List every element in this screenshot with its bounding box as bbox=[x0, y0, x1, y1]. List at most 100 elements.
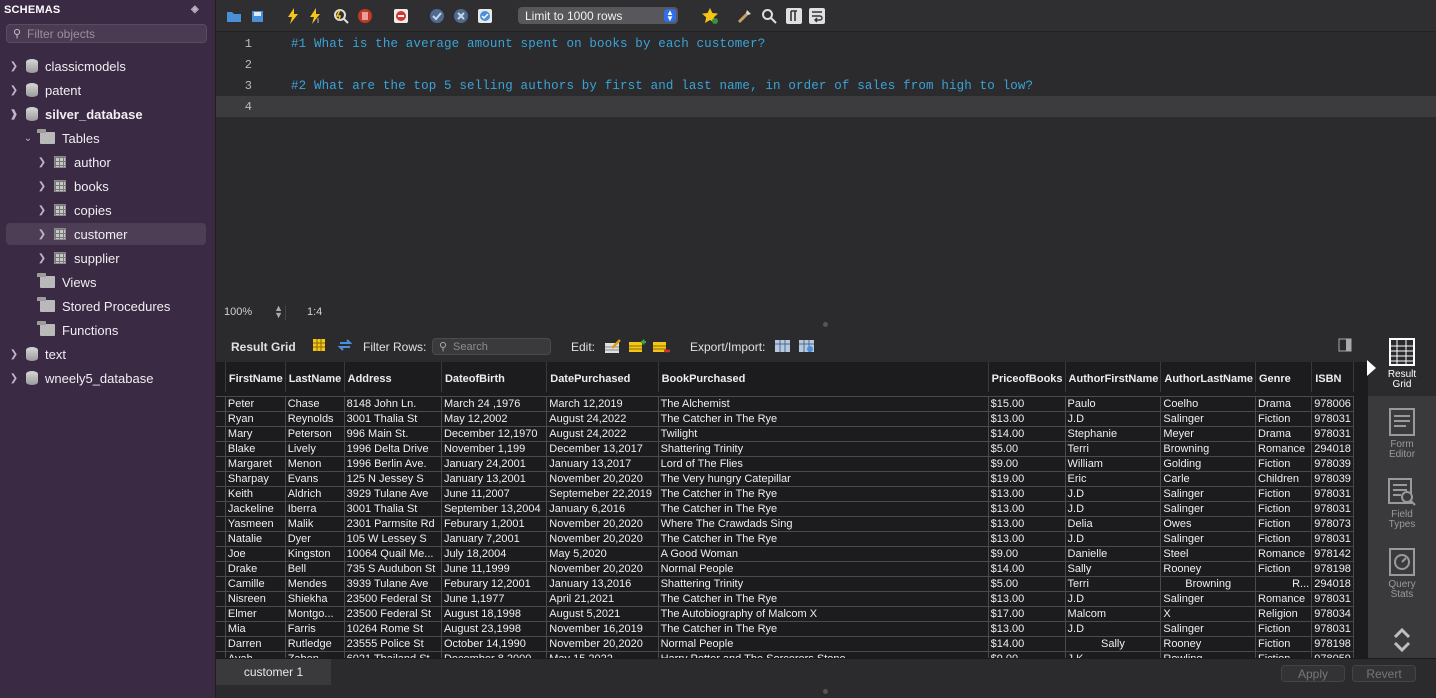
table-cell[interactable]: Romance bbox=[1254, 590, 1313, 607]
schema-text[interactable]: ❯ text bbox=[8, 343, 66, 365]
column-header[interactable]: PriceofBooks bbox=[988, 362, 1066, 392]
field-types-panel-button[interactable]: Field Types bbox=[1368, 470, 1436, 536]
table-cell[interactable]: Romance bbox=[1254, 440, 1313, 457]
column-header[interactable]: LastName bbox=[285, 362, 345, 392]
sql-editor[interactable]: 1 #1 What is the average amount spent on… bbox=[216, 32, 1436, 302]
table-cell[interactable]: Browning bbox=[1160, 440, 1256, 457]
table-cell[interactable]: The Catcher in The Rye bbox=[657, 485, 989, 502]
table-cell[interactable]: January 13,2016 bbox=[546, 575, 659, 592]
table-row[interactable]: Margaret Menon 1996 Berlin Ave. January 24,… bbox=[216, 455, 1354, 472]
tree-functions[interactable]: Functions bbox=[37, 319, 118, 341]
table-cell[interactable]: 978031 bbox=[1311, 485, 1354, 502]
table-cell[interactable] bbox=[216, 575, 226, 592]
table-cell[interactable]: Paulo bbox=[1064, 395, 1162, 412]
table-cell[interactable]: June 11,2007 bbox=[440, 485, 548, 502]
table-cell[interactable]: 978031 bbox=[1311, 410, 1354, 427]
table-cell[interactable]: $13.00 bbox=[987, 590, 1066, 607]
table-cell[interactable]: A Good Woman bbox=[657, 545, 989, 562]
table-cell[interactable]: The Autobiography of Malcom X bbox=[657, 605, 989, 622]
column-header[interactable]: BookPurchased bbox=[658, 362, 989, 392]
table-row[interactable]: Sharpay Evans 125 N Jessey S January 13,200… bbox=[216, 470, 1354, 487]
table-cell[interactable]: Chase bbox=[284, 395, 345, 412]
table-cell[interactable]: $14.00 bbox=[987, 635, 1066, 652]
table-cell[interactable]: $13.00 bbox=[987, 410, 1066, 427]
table-cell[interactable]: Fiction bbox=[1254, 515, 1313, 532]
table-cell[interactable]: 978034 bbox=[1311, 605, 1354, 622]
chevron-right-icon[interactable]: ❯ bbox=[36, 181, 48, 192]
table-cell[interactable]: 125 N Jessey S bbox=[343, 470, 442, 487]
table-cell[interactable]: The Catcher in The Rye bbox=[657, 620, 989, 637]
table-cell[interactable]: August 18,1998 bbox=[440, 605, 548, 622]
table-cell[interactable]: Salinger bbox=[1160, 485, 1256, 502]
table-cell[interactable]: Keith bbox=[224, 485, 286, 502]
table-cell[interactable]: $19.00 bbox=[987, 470, 1066, 487]
table-cell[interactable]: Camille bbox=[224, 575, 286, 592]
table-cell[interactable]: Farris bbox=[284, 620, 345, 637]
table-cell[interactable]: J.D bbox=[1064, 410, 1162, 427]
table-cell[interactable]: Joe bbox=[224, 545, 286, 562]
table-cell[interactable]: The Catcher in The Rye bbox=[657, 410, 989, 427]
table-cell[interactable] bbox=[216, 590, 226, 607]
chevron-right-icon[interactable]: ❯ bbox=[8, 373, 20, 384]
table-cell[interactable]: 996 Main St. bbox=[343, 425, 442, 442]
table-cell[interactable]: $13.00 bbox=[987, 500, 1066, 517]
table-cell[interactable]: Bell bbox=[284, 560, 345, 577]
limit-rows-select[interactable]: Limit to 1000 rows ▲ ▼ bbox=[518, 7, 678, 24]
table-cell[interactable]: 1996 Delta Drive bbox=[343, 440, 442, 457]
table-cell[interactable] bbox=[216, 410, 226, 427]
table-cell[interactable]: Fiction bbox=[1254, 620, 1313, 637]
table-cell[interactable]: The Very hungry Catepillar bbox=[657, 470, 989, 487]
column-header[interactable]: DateofBirth bbox=[441, 362, 548, 392]
table-cell[interactable]: 8148 John Ln. bbox=[343, 395, 442, 412]
table-cell[interactable] bbox=[216, 485, 226, 502]
export-icon[interactable] bbox=[774, 338, 790, 354]
table-cell[interactable]: 978039 bbox=[1311, 470, 1354, 487]
table-cell[interactable]: $13.00 bbox=[987, 620, 1066, 637]
table-cell[interactable]: $5.00 bbox=[987, 575, 1066, 592]
schema-wneely5-database[interactable]: ❯ wneely5_database bbox=[8, 367, 154, 389]
table-author[interactable]: ❯ author bbox=[36, 151, 111, 173]
table-cell[interactable] bbox=[216, 470, 226, 487]
add-row-icon[interactable] bbox=[628, 338, 646, 354]
table-cell[interactable]: March 12,2019 bbox=[546, 395, 659, 412]
table-cell[interactable]: Golding bbox=[1160, 455, 1256, 472]
table-cell[interactable]: Sally bbox=[1064, 635, 1162, 652]
table-cell[interactable]: Salinger bbox=[1160, 620, 1256, 637]
table-cell[interactable]: April 21,2021 bbox=[546, 590, 659, 607]
add-snippet-star-icon[interactable] bbox=[701, 7, 719, 25]
table-cell[interactable]: Iberra bbox=[284, 500, 345, 517]
table-cell[interactable]: Terri bbox=[1064, 575, 1162, 592]
edit-row-icon[interactable] bbox=[604, 338, 621, 354]
table-cell[interactable]: Fiction bbox=[1254, 635, 1313, 652]
zoom-select[interactable]: 100% ▲ ▼ bbox=[224, 304, 286, 320]
table-cell[interactable]: J.D bbox=[1064, 485, 1162, 502]
table-cell[interactable] bbox=[216, 605, 226, 622]
table-cell[interactable]: May 15,2022 bbox=[546, 650, 659, 658]
table-cell[interactable]: Twilight bbox=[657, 425, 989, 442]
table-cell[interactable]: Mendes bbox=[284, 575, 345, 592]
table-cell[interactable]: November 1,199 bbox=[440, 440, 548, 457]
table-cell[interactable]: The Catcher in The Rye bbox=[657, 530, 989, 547]
table-cell[interactable]: 10264 Rome St bbox=[343, 620, 442, 637]
table-row[interactable]: Elmer Montgo... 23500 Federal St August 18,… bbox=[216, 605, 1354, 622]
table-cell[interactable]: $13.00 bbox=[987, 530, 1066, 547]
stop-icon[interactable] bbox=[356, 7, 374, 25]
table-cell[interactable]: Shiekha bbox=[284, 590, 345, 607]
query-stats-panel-button[interactable]: Query Stats bbox=[1368, 540, 1436, 606]
table-cell[interactable]: 978006 bbox=[1311, 395, 1354, 412]
tree-tables[interactable]: ⌄ Tables bbox=[22, 127, 100, 149]
table-cell[interactable]: January 6,2016 bbox=[546, 500, 659, 517]
table-cell[interactable]: 978039 bbox=[1311, 455, 1354, 472]
table-cell[interactable]: October 14,1990 bbox=[440, 635, 548, 652]
table-cell[interactable]: Shattering Trinity bbox=[657, 440, 989, 457]
table-cell[interactable]: Reynolds bbox=[284, 410, 345, 427]
save-icon[interactable] bbox=[248, 7, 266, 25]
table-cell[interactable]: J.D bbox=[1064, 590, 1162, 607]
line-code[interactable]: #2 What are the top 5 selling authors by… bbox=[291, 79, 1033, 93]
table-books[interactable]: ❯ books bbox=[36, 175, 109, 197]
schema-patent[interactable]: ❯ patent bbox=[8, 79, 81, 101]
delete-row-icon[interactable] bbox=[652, 338, 670, 354]
table-cell[interactable]: The Catcher in The Rye bbox=[657, 500, 989, 517]
table-cell[interactable]: Ayah bbox=[224, 650, 286, 658]
editor-line[interactable]: 3 #2 What are the top 5 selling authors … bbox=[216, 75, 1436, 96]
